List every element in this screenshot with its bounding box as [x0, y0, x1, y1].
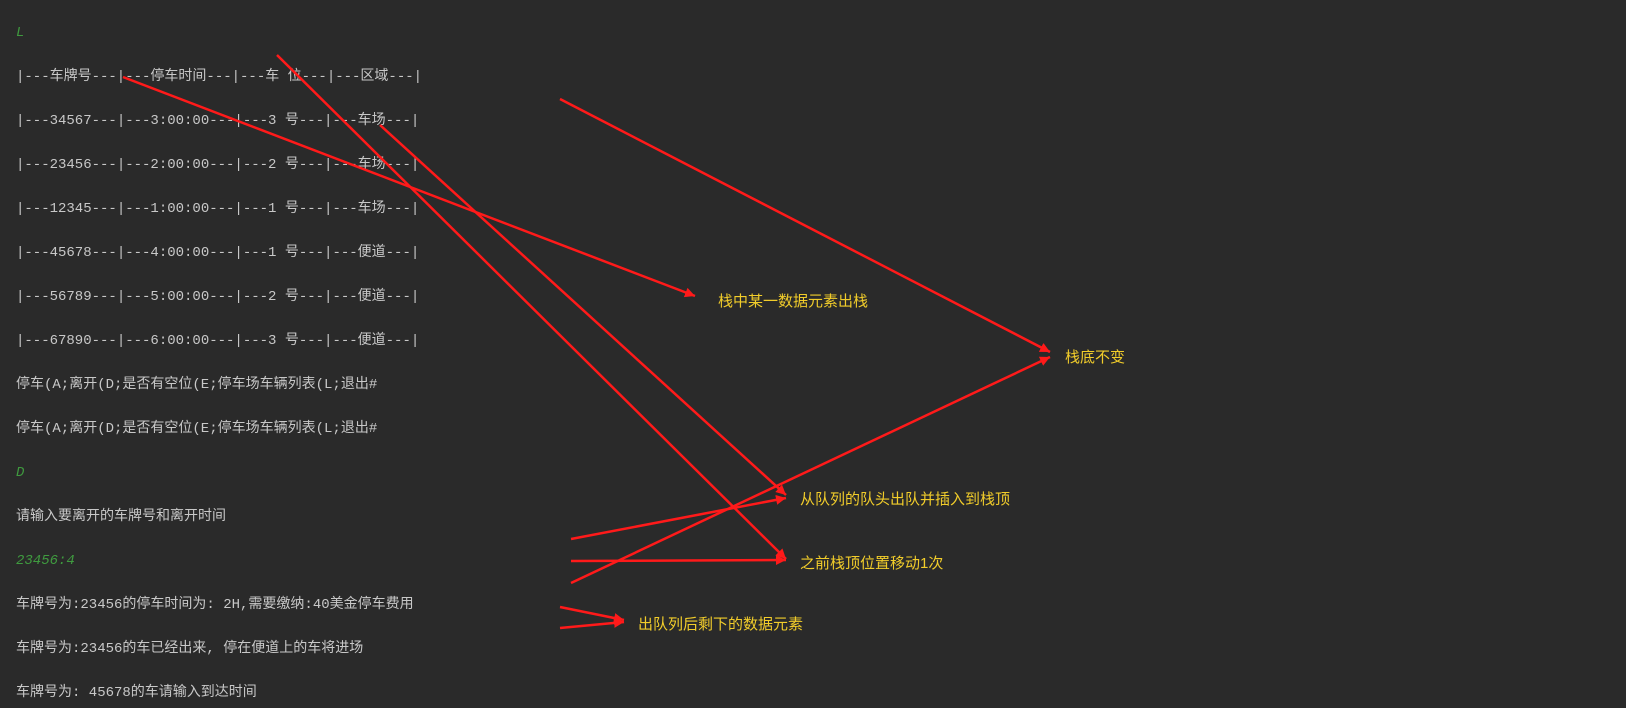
annotation-stack-bottom-unchanged: 栈底不变	[1065, 346, 1125, 367]
annotation-pop-element: 栈中某一数据元素出栈	[718, 290, 868, 311]
prompt-line: 停车(A;离开(D;是否有空位(E;停车场车辆列表(L;退出#	[16, 374, 422, 396]
input-line: L	[16, 22, 422, 44]
output-line: 车牌号为:23456的停车时间为: 2H,需要缴纳:40美金停车费用	[16, 594, 422, 616]
table-header: |---车牌号---|---停车时间---|---车 位---|---区域---…	[16, 66, 422, 88]
terminal-output: L |---车牌号---|---停车时间---|---车 位---|---区域-…	[16, 0, 422, 708]
annotation-stack-top-shift: 之前栈顶位置移动1次	[800, 552, 943, 573]
table-row: |---12345---|---1:00:00---|---1 号---|---…	[16, 198, 422, 220]
output-line: 车牌号为:23456的车已经出来, 停在便道上的车将进场	[16, 638, 422, 660]
table-row: |---23456---|---2:00:00---|---2 号---|---…	[16, 154, 422, 176]
input-line: D	[16, 462, 422, 484]
annotation-remaining-queue: 出队列后剩下的数据元素	[638, 613, 803, 634]
prompt-line: 停车(A;离开(D;是否有空位(E;停车场车辆列表(L;退出#	[16, 418, 422, 440]
output-line: 车牌号为: 45678的车请输入到达时间	[16, 682, 422, 704]
output-line: 请输入要离开的车牌号和离开时间	[16, 506, 422, 528]
table-row: |---67890---|---6:00:00---|---3 号---|---…	[16, 330, 422, 352]
annotation-dequeue-push: 从队列的队头出队并插入到栈顶	[800, 488, 1010, 509]
table-row: |---34567---|---3:00:00---|---3 号---|---…	[16, 110, 422, 132]
table-row: |---56789---|---5:00:00---|---2 号---|---…	[16, 286, 422, 308]
input-line: 23456:4	[16, 550, 422, 572]
table-row: |---45678---|---4:00:00---|---1 号---|---…	[16, 242, 422, 264]
